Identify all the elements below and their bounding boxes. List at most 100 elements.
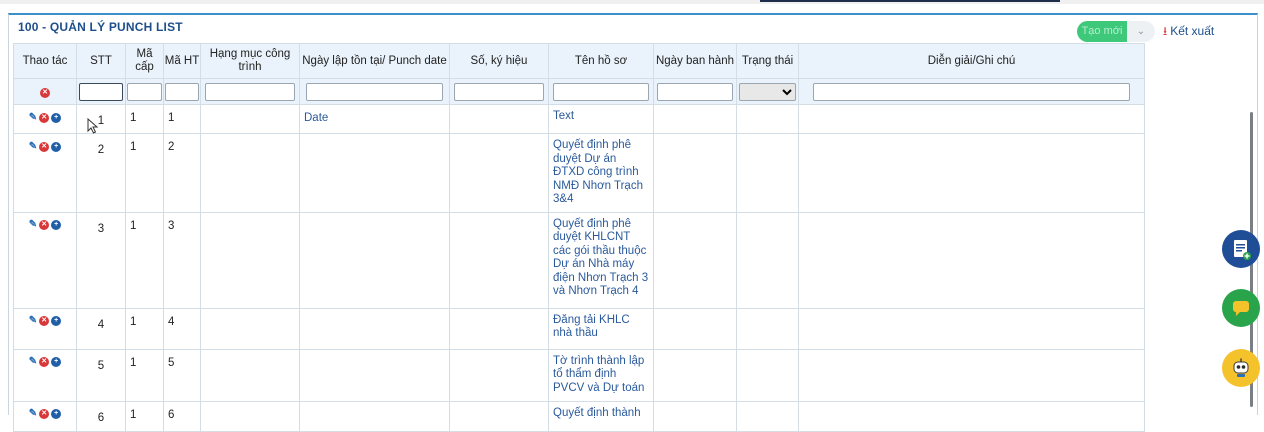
document-add-button[interactable] — [1222, 230, 1260, 268]
filter-cell-ma-cap — [125, 78, 164, 105]
new-dropdown-button[interactable]: ⌄ — [1127, 21, 1155, 42]
download-icon: ⭳ — [1163, 24, 1168, 38]
filter-so-ky-hieu-input[interactable] — [453, 82, 545, 101]
col-header-ngay-ban-hanh: Ngày ban hành — [653, 43, 737, 79]
col-header-dien-giai: Diễn giải/Ghi chú — [798, 43, 1145, 79]
pencil-icon[interactable]: ✎ — [29, 141, 37, 152]
filter-cell-ma-ht — [163, 78, 201, 105]
filter-cell-so-ky-hieu — [449, 78, 549, 105]
chat-button[interactable] — [1222, 289, 1260, 327]
cell-trang-thai — [736, 307, 799, 350]
delete-icon[interactable]: ✕ — [39, 409, 50, 420]
cell-dien-giai — [798, 133, 1145, 213]
filter-cell-ngay-lap — [299, 78, 450, 105]
cell-ma-ht: 3 — [163, 211, 201, 309]
row-actions: ✎ ✕ + — [13, 307, 77, 350]
cell-ngay-ban-hanh — [653, 211, 737, 309]
cell-ngay-lap — [299, 133, 450, 213]
pencil-icon[interactable]: ✎ — [29, 316, 37, 326]
filter-hang-muc-input[interactable] — [204, 82, 296, 101]
cell-ten-ho-so[interactable]: Quyết định phê duyệt Dự án ĐTXD công trì… — [548, 133, 654, 213]
filter-ma-ht-input[interactable] — [165, 82, 199, 101]
cell-so-ky-hieu — [449, 211, 549, 309]
clear-filter-icon[interactable]: ✕ — [40, 88, 50, 98]
cell-ma-ht: 4 — [163, 307, 201, 350]
table-row: ✎ ✕ + 2 1 2 Quyết định phê duyệt Dự án ĐTX… — [13, 133, 1145, 213]
delete-icon[interactable]: ✕ — [39, 357, 50, 368]
filter-cell-dien-giai — [798, 78, 1145, 105]
filter-dien-giai-input[interactable] — [812, 82, 1131, 101]
add-icon[interactable]: + — [51, 316, 62, 327]
cell-ma-cap: 1 — [125, 400, 164, 432]
filter-ngay-ban-hanh-input[interactable] — [657, 82, 733, 101]
cell-hang-muc — [200, 307, 300, 350]
cell-ten-ho-so[interactable]: Quyết định thành — [548, 400, 654, 432]
col-header-ma-ht: Mã HT — [163, 43, 201, 79]
filter-ten-ho-so-input[interactable] — [553, 82, 649, 101]
row-actions: ✎ ✕ + — [13, 104, 77, 134]
cell-ma-ht: 6 — [163, 400, 201, 432]
table-row: ✎ ✕ + 1 1 1 Date Text — [13, 104, 1145, 134]
cell-ma-cap: 1 — [125, 133, 164, 213]
cell-ten-ho-so[interactable]: Đăng tải KHLC nhà thầu — [548, 307, 654, 350]
col-header-so-ky-hieu: Số, ký hiệu — [449, 43, 549, 79]
cell-hang-muc — [200, 104, 300, 134]
table-row: ✎ ✕ + 5 1 5 Tờ trình thành lập tổ thẩm địn… — [13, 348, 1145, 402]
row-actions: ✎ ✕ + — [13, 400, 77, 432]
delete-icon[interactable]: ✕ — [39, 220, 50, 231]
add-icon[interactable]: + — [51, 220, 62, 231]
cell-stt: 1 — [76, 104, 126, 134]
filter-cell-ten-ho-so — [548, 78, 654, 105]
col-header-ten-ho-so: Tên hồ sơ — [548, 43, 654, 79]
robot-assistant-button[interactable] — [1222, 349, 1260, 387]
row-actions: ✎ ✕ + — [13, 211, 77, 309]
pencil-icon[interactable]: ✎ — [29, 357, 37, 367]
table-row: ✎ ✕ + 3 1 3 Quyết định phê duyệt KHLCNT cá… — [13, 211, 1145, 309]
cell-ten-ho-so[interactable]: Text — [548, 104, 654, 134]
cell-trang-thai — [736, 211, 799, 309]
cell-dien-giai — [798, 348, 1145, 402]
pencil-icon[interactable]: ✎ — [29, 112, 37, 123]
filter-cell-stt — [76, 78, 126, 105]
cell-trang-thai — [736, 104, 799, 134]
add-icon[interactable]: + — [51, 409, 62, 420]
add-icon[interactable]: + — [51, 141, 62, 152]
filter-trang-thai-select[interactable] — [739, 82, 796, 101]
export-button[interactable]: ⭳ Kết xuất — [1163, 22, 1214, 40]
cell-ten-ho-so[interactable]: Tờ trình thành lập tổ thẩm định PVCV và … — [548, 348, 654, 402]
cell-ma-cap: 1 — [125, 211, 164, 309]
add-icon[interactable]: + — [51, 112, 62, 123]
filter-ma-cap-input[interactable] — [127, 82, 162, 101]
filter-cell-trang-thai — [736, 78, 799, 105]
cell-ngay-lap — [299, 348, 450, 402]
pencil-icon[interactable]: ✎ — [29, 220, 37, 230]
cell-stt: 2 — [76, 133, 126, 213]
filter-cell-ngay-ban-hanh — [653, 78, 737, 105]
export-label: Kết xuất — [1170, 24, 1215, 38]
delete-icon[interactable]: ✕ — [39, 141, 50, 152]
cell-ngay-lap — [299, 307, 450, 350]
cell-ma-ht: 5 — [163, 348, 201, 402]
cell-hang-muc — [200, 348, 300, 402]
filter-row: ✕ — [13, 78, 1145, 105]
delete-icon[interactable]: ✕ — [39, 316, 50, 327]
col-header-hang-muc: Hạng mục công trình — [200, 43, 300, 79]
filter-ngay-lap-input[interactable] — [305, 82, 444, 101]
cell-ngay-lap[interactable]: Date — [299, 104, 450, 134]
cell-so-ky-hieu — [449, 133, 549, 213]
document-add-icon — [1234, 240, 1251, 260]
filter-stt-input[interactable] — [78, 82, 124, 101]
cell-ma-cap: 1 — [125, 348, 164, 402]
cell-ten-ho-so[interactable]: Quyết định phê duyệt KHLCNT các gói thầu… — [548, 211, 654, 309]
cell-stt: 4 — [76, 307, 126, 350]
cell-ngay-ban-hanh — [653, 348, 737, 402]
cell-so-ky-hieu — [449, 348, 549, 402]
add-icon[interactable]: + — [51, 357, 62, 368]
table-row: ✎ ✕ + 4 1 4 Đăng tải KHLC nhà thầu — [13, 307, 1145, 350]
delete-icon[interactable]: ✕ — [39, 112, 50, 123]
pencil-icon[interactable]: ✎ — [29, 409, 37, 419]
page-title: 100 - QUẢN LÝ PUNCH LIST — [18, 20, 183, 34]
punch-list-table: Thao tác STT Mã cấp Mã HT Hạng mục công … — [13, 43, 1145, 432]
header-row: Thao tác STT Mã cấp Mã HT Hạng mục công … — [13, 43, 1145, 79]
new-button[interactable]: Tạo mới — [1077, 21, 1127, 42]
